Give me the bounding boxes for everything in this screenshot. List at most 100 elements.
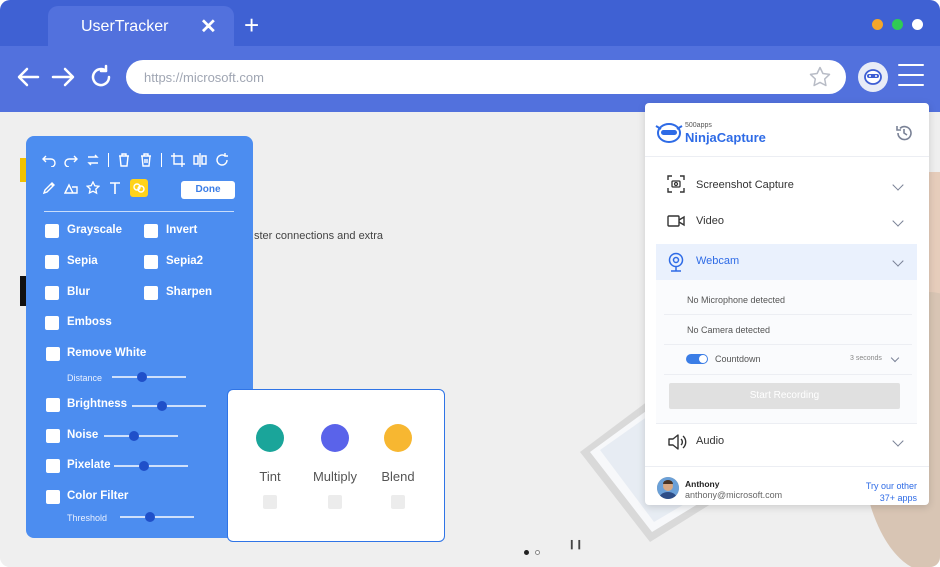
emboss-label: Emboss — [67, 316, 112, 328]
distance-slider-thumb[interactable] — [136, 372, 147, 382]
delete-icon[interactable] — [117, 153, 131, 167]
history-icon[interactable] — [894, 123, 914, 148]
speaker-icon — [668, 434, 687, 450]
distance-label: Distance — [67, 373, 103, 383]
url-bar[interactable]: https://microsoft.com — [126, 60, 846, 94]
redo-icon[interactable] — [64, 153, 78, 167]
user-avatar[interactable] — [657, 477, 679, 499]
color-filter-checkbox[interactable] — [46, 490, 60, 504]
chevron-down-icon[interactable] — [892, 255, 904, 267]
pixelate-slider-thumb[interactable] — [138, 461, 149, 471]
image-editor-panel: Done Grayscale Invert Sepia Sepia2 Blur … — [26, 136, 253, 538]
rotate-icon[interactable] — [215, 153, 229, 167]
sharpen-checkbox[interactable] — [144, 286, 158, 300]
brightness-checkbox[interactable] — [46, 398, 60, 412]
brightness-label: Brightness — [67, 398, 128, 410]
done-button[interactable]: Done — [181, 181, 235, 199]
blend-checkbox[interactable] — [391, 495, 405, 509]
toolbar-divider — [161, 153, 162, 167]
emboss-checkbox[interactable] — [45, 316, 59, 330]
refresh-icon[interactable] — [88, 62, 116, 92]
try-link-line1[interactable]: Try our other — [866, 481, 917, 491]
no-camera-text: No Camera detected — [687, 325, 771, 335]
minimize-dot[interactable] — [872, 19, 883, 30]
pixelate-slider[interactable] — [114, 461, 188, 471]
try-other-apps-link[interactable]: Try our other 37+ apps — [866, 480, 917, 504]
color-filter-label: Color Filter — [67, 490, 129, 502]
crop-icon[interactable] — [171, 153, 185, 167]
threshold-slider-thumb[interactable] — [144, 512, 155, 522]
star-tool-icon[interactable] — [86, 181, 100, 195]
divider — [664, 314, 912, 315]
try-link-line2[interactable]: 37+ apps — [880, 493, 917, 503]
forward-arrow-icon[interactable] — [50, 62, 78, 92]
multiply-checkbox[interactable] — [328, 495, 342, 509]
countdown-toggle[interactable] — [686, 354, 708, 364]
url-text[interactable]: https://microsoft.com — [144, 70, 264, 85]
shapes-icon[interactable] — [64, 181, 78, 195]
ninjacapture-extension-icon[interactable] — [858, 62, 888, 92]
distance-slider[interactable] — [112, 372, 186, 382]
back-arrow-icon[interactable] — [16, 62, 44, 92]
brightness-slider-thumb[interactable] — [156, 401, 167, 411]
maximize-dot[interactable] — [892, 19, 903, 30]
pencil-icon[interactable] — [42, 181, 56, 195]
multiply-swatch[interactable] — [321, 424, 349, 452]
invert-label: Invert — [166, 224, 198, 236]
blend-swatch[interactable] — [384, 424, 412, 452]
sepia2-checkbox[interactable] — [144, 255, 158, 269]
brightness-slider[interactable] — [132, 401, 206, 411]
pause-icon[interactable]: ❙❙ — [568, 539, 583, 550]
close-tab-icon[interactable]: ✕ — [200, 14, 217, 39]
carousel-indicator[interactable] — [524, 542, 546, 560]
noise-slider-thumb[interactable] — [128, 431, 139, 441]
sepia-checkbox[interactable] — [45, 255, 59, 269]
blur-checkbox[interactable] — [45, 286, 59, 300]
bookmark-star-icon[interactable] — [808, 65, 832, 94]
grayscale-checkbox[interactable] — [45, 224, 59, 238]
sharpen-label: Sharpen — [166, 286, 213, 298]
filter-icon — [133, 183, 145, 193]
noise-checkbox[interactable] — [46, 429, 60, 443]
brand-name: NinjaCapture — [685, 130, 766, 145]
tab-title: UserTracker — [81, 18, 169, 35]
chevron-down-icon[interactable] — [892, 179, 904, 191]
remove-white-checkbox[interactable] — [46, 347, 60, 361]
video-label: Video — [696, 215, 724, 227]
video-row[interactable]: Video — [645, 206, 929, 238]
title-bar: UserTracker ✕ + — [0, 0, 940, 46]
filter-tool-active[interactable] — [130, 179, 148, 197]
invert-checkbox[interactable] — [144, 224, 158, 238]
audio-label: Audio — [696, 435, 725, 447]
browser-window: UserTracker ✕ + https://microsoft.com st… — [0, 0, 940, 567]
hamburger-menu-icon[interactable] — [898, 64, 924, 88]
toolbar-divider — [108, 153, 109, 167]
audio-row[interactable]: Audio — [645, 427, 929, 459]
blend-label: Blend — [381, 469, 415, 484]
capture-header: 500apps NinjaCapture — [645, 103, 929, 157]
flip-icon[interactable] — [193, 153, 207, 167]
browser-tab[interactable]: UserTracker ✕ — [48, 6, 234, 46]
pixelate-checkbox[interactable] — [46, 459, 60, 473]
chevron-down-icon[interactable] — [892, 215, 904, 227]
threshold-slider[interactable] — [120, 512, 194, 522]
ninjacapture-logo-icon — [655, 123, 683, 143]
new-tab-button[interactable]: + — [244, 10, 259, 41]
start-recording-button[interactable]: Start Recording — [669, 383, 900, 409]
divider — [664, 344, 912, 345]
webcam-row[interactable]: Webcam — [656, 244, 917, 280]
close-window-dot[interactable] — [912, 19, 923, 30]
sepia2-label: Sepia2 — [166, 255, 204, 267]
countdown-value[interactable]: 3 seconds — [850, 355, 882, 362]
chevron-down-icon[interactable] — [892, 435, 904, 447]
screenshot-camera-icon — [667, 175, 685, 193]
screenshot-capture-row[interactable]: Screenshot Capture — [645, 169, 929, 201]
text-tool-icon[interactable] — [108, 181, 122, 195]
noise-slider[interactable] — [104, 431, 178, 441]
tint-swatch[interactable] — [256, 424, 284, 452]
undo-icon[interactable] — [42, 153, 56, 167]
swap-icon[interactable] — [86, 153, 100, 167]
tint-checkbox[interactable] — [263, 495, 277, 509]
capture-footer: Anthony anthony@microsoft.com Try our ot… — [645, 466, 929, 505]
delete-all-icon[interactable] — [139, 153, 153, 167]
